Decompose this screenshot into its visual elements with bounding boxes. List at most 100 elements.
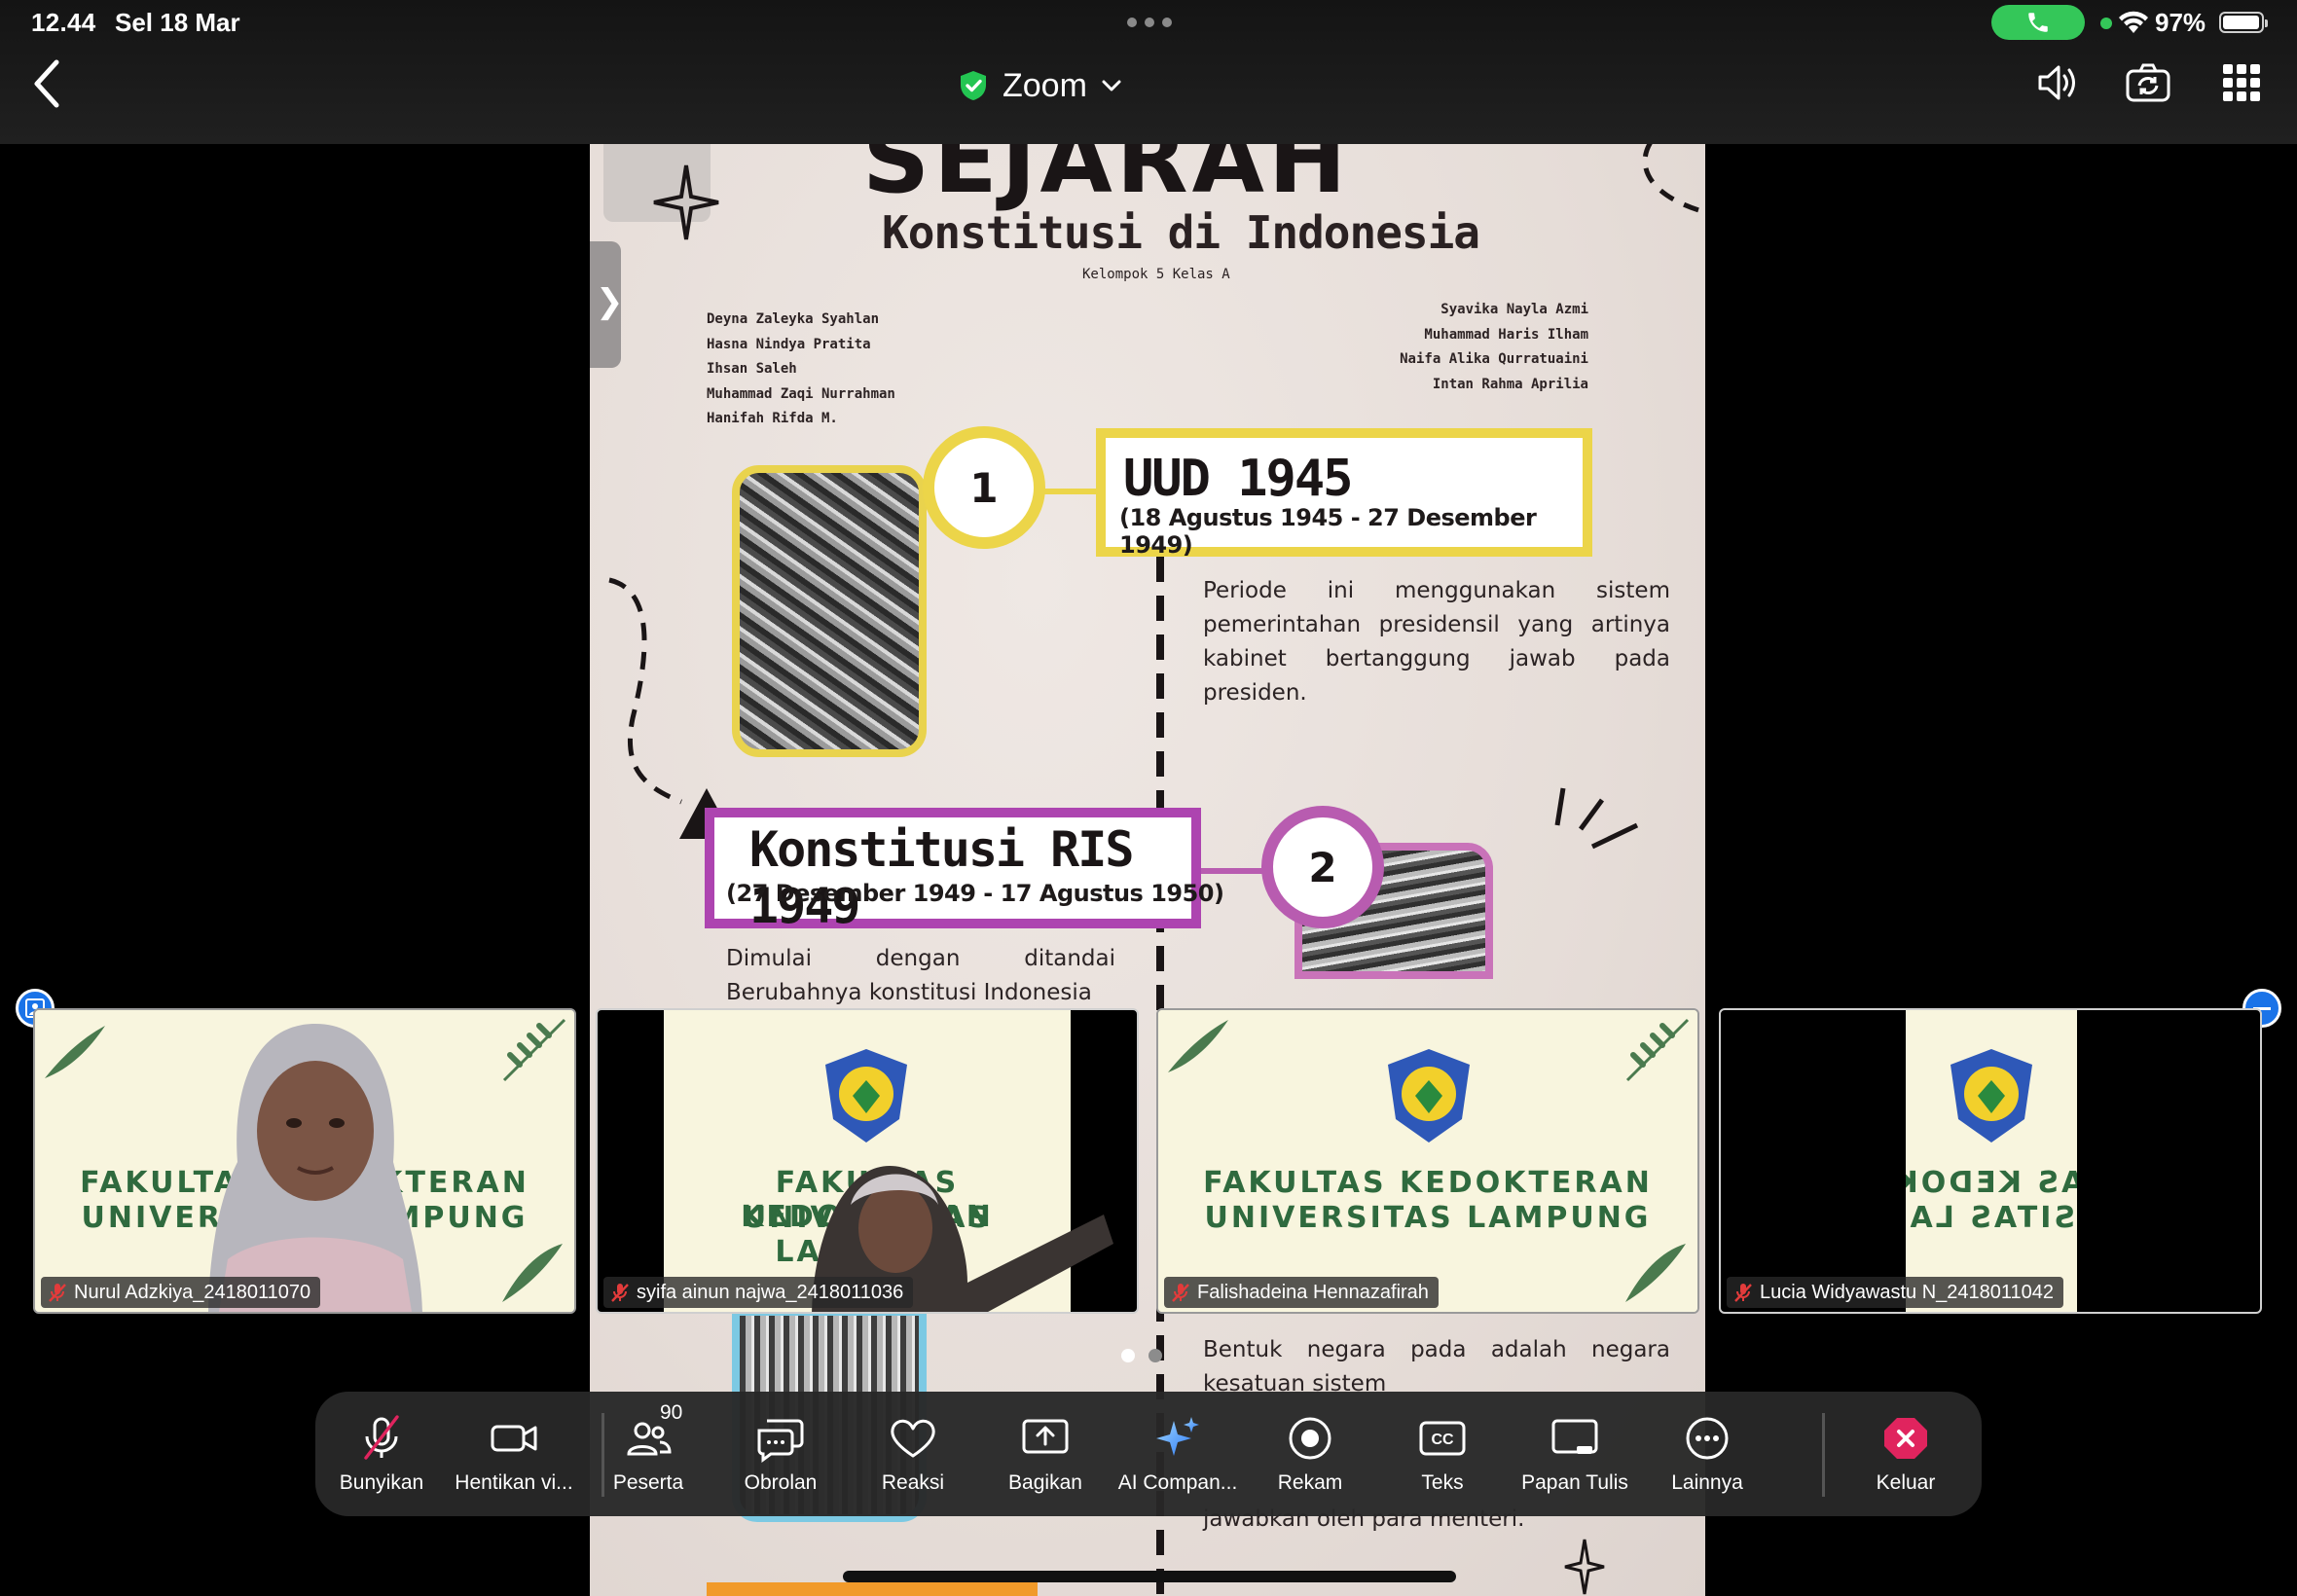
- captions-button[interactable]: CC Teks: [1376, 1392, 1509, 1516]
- sparkle-small-icon: [1564, 1539, 1605, 1595]
- participant-name-tag: Falishadeina Hennazafirah: [1164, 1277, 1439, 1308]
- toolbar-label: AI Compan...: [1117, 1471, 1238, 1494]
- participant-video-tile[interactable]: FAKULTAS KEDOKTERAN UNIVERSITAS LAMPUNG …: [596, 1008, 1139, 1314]
- toolbar-label: Peserta: [612, 1471, 684, 1494]
- gallery-page-indicator[interactable]: [1121, 1349, 1162, 1362]
- multitasking-dots-icon[interactable]: [1127, 18, 1172, 27]
- toolbar-label: Papan Tulis: [1521, 1471, 1628, 1494]
- slide-group: Kelompok 5 Kelas A: [1082, 267, 1230, 282]
- university-logo-icon: [1951, 1049, 2032, 1143]
- side-panel-toggle[interactable]: ❯: [590, 241, 624, 368]
- toolbar-label: Lainnya: [1671, 1471, 1743, 1494]
- section-2-text: Dimulai dengan ditandai Berubahnya konst…: [726, 946, 1115, 1005]
- chevron-down-icon: [1102, 80, 1121, 91]
- toolbar-label: Obrolan: [744, 1471, 818, 1494]
- participant-name-tag: Nurul Adzkiya_2418011070: [41, 1277, 321, 1308]
- member-name: Syavika Nayla Azmi: [1440, 302, 1588, 317]
- reactions-button[interactable]: Reaksi: [847, 1392, 979, 1516]
- chat-button[interactable]: Obrolan: [714, 1392, 847, 1516]
- participant-name: Nurul Adzkiya_2418011070: [74, 1281, 311, 1303]
- share-button[interactable]: Bagikan: [979, 1392, 1112, 1516]
- toolbar-label: Bagikan: [1008, 1471, 1082, 1494]
- background-text-mirrored: UNIVERSITAS LAMPUNG: [1906, 1201, 2077, 1235]
- section-4-header-edge: [707, 1582, 1038, 1596]
- members-left: Deyna Zaleyka Syahlan Hasna Nindya Prati…: [707, 308, 895, 432]
- section-1-header: UUD 1945 (18 Agustus 1945 - 27 Desember …: [1096, 428, 1592, 559]
- camera-in-use-indicator: [2100, 18, 2112, 29]
- share-screen-icon: [1022, 1419, 1069, 1454]
- university-logo-icon: [825, 1049, 907, 1143]
- record-icon: [1289, 1417, 1331, 1460]
- background-text: UNIVERSITAS LAMPUNG: [1204, 1201, 1652, 1235]
- participants-count-badge: 90: [660, 1401, 683, 1424]
- toolbar-label: Bunyikan: [339, 1471, 424, 1494]
- video-camera-icon: [491, 1425, 537, 1452]
- toolbar-label: Rekam: [1277, 1471, 1343, 1494]
- cc-icon: CC: [1419, 1421, 1466, 1456]
- unmute-button[interactable]: Bunyikan: [315, 1392, 448, 1516]
- virtual-background: FAKULTAS KEDOKTERAN UNIVERSITAS LAMPUNG: [1906, 1010, 2077, 1312]
- participants-button[interactable]: 90 Peserta: [582, 1392, 714, 1516]
- camera-switch-icon[interactable]: [2124, 58, 2172, 107]
- active-call-indicator[interactable]: [1991, 5, 2085, 40]
- ai-sparkle-icon: [1156, 1417, 1199, 1456]
- mic-muted-icon: [1172, 1284, 1189, 1302]
- leaf-decor-icon: [1625, 1244, 1686, 1302]
- participant-video-tile[interactable]: FAKULTAS KEDOKTERAN UNIVERSITAS LAMPUNG …: [1719, 1008, 2262, 1314]
- leaf-decor-icon: [502, 1244, 563, 1302]
- shared-screen-slide: SEJARAH Konstitusi di Indonesia Kelompok…: [590, 144, 1705, 1596]
- member-name: Intan Rahma Aprilia: [1432, 376, 1588, 392]
- leave-button[interactable]: Keluar: [1840, 1392, 1972, 1516]
- record-button[interactable]: Rekam: [1244, 1392, 1376, 1516]
- speaker-icon[interactable]: [2032, 58, 2081, 107]
- leave-icon: [1884, 1418, 1927, 1459]
- home-indicator[interactable]: [843, 1571, 1456, 1582]
- step-number-2: 2: [1261, 806, 1384, 928]
- participant-name: syifa ainun najwa_2418011036: [637, 1281, 904, 1303]
- stop-video-button[interactable]: Hentikan vi...: [448, 1392, 580, 1516]
- dashed-swirl-decor: [1642, 144, 1705, 215]
- participant-video-tile[interactable]: FAKULTAS KEDOKTERAN UNIVERSITAS LAMPUNG …: [33, 1008, 576, 1314]
- meeting-title: Zoom: [1003, 66, 1087, 104]
- participant-name-tag: Lucia Widyawastu N_2418011042: [1727, 1277, 2064, 1308]
- battery-percent: 97%: [2155, 8, 2206, 37]
- grid-view-icon[interactable]: [2217, 58, 2266, 107]
- participant-name: Falishadeina Hennazafirah: [1197, 1281, 1429, 1303]
- battery-icon: [2219, 12, 2268, 33]
- section-2-heading: Konstitusi RIS 1949: [749, 821, 1134, 934]
- dashed-arrow-decor: [608, 577, 682, 805]
- leaf-decor-icon: [45, 1026, 105, 1078]
- step-number-1: 1: [923, 426, 1045, 549]
- participant-person: [208, 1024, 422, 1312]
- more-button[interactable]: Lainnya: [1641, 1392, 1773, 1516]
- section-2-header: Konstitusi RIS 1949 (27 Desember 1949 - …: [705, 808, 1224, 934]
- leaf-decor-icon: [502, 1018, 566, 1082]
- chevron-right-icon: ❯: [596, 283, 624, 320]
- section-1-text: Periode ini menggunakan sistem pemerinta…: [1203, 578, 1670, 706]
- toolbar-label: Keluar: [1876, 1471, 1936, 1494]
- shield-check-icon: [961, 71, 986, 100]
- meeting-title-dropdown[interactable]: Zoom: [958, 62, 1122, 109]
- mic-muted-icon: [49, 1284, 66, 1302]
- member-name: Muhammad Haris Ilham: [1424, 326, 1588, 343]
- page-dot-active: [1121, 1349, 1135, 1362]
- leaf-decor-icon: [1168, 1020, 1228, 1072]
- whiteboard-button[interactable]: Papan Tulis: [1509, 1392, 1641, 1516]
- meeting-toolbar: Bunyikan Hentikan vi... 90 Peserta Obrol…: [315, 1392, 1982, 1516]
- toolbar-label: Teks: [1421, 1471, 1464, 1494]
- ai-companion-button[interactable]: AI Compan...: [1112, 1392, 1244, 1516]
- member-name: Deyna Zaleyka Syahlan: [707, 311, 880, 327]
- member-name: Muhammad Zaqi Nurrahman: [707, 385, 895, 402]
- mic-muted-icon: [1734, 1284, 1752, 1302]
- university-logo-icon: [1388, 1049, 1470, 1143]
- back-icon[interactable]: [27, 56, 66, 111]
- more-icon: [1686, 1417, 1729, 1460]
- slide-subtitle: Konstitusi di Indonesia: [882, 206, 1480, 259]
- wifi-icon: [2119, 11, 2148, 33]
- svg-text:CC: CC: [1431, 1432, 1454, 1448]
- historic-photo-1: [732, 465, 927, 757]
- status-bar: 12.44 Sel 18 Mar 97%: [0, 0, 2297, 45]
- toolbar-label: Hentikan vi...: [455, 1471, 573, 1494]
- participant-video-tile[interactable]: FAKULTAS KEDOKTERAN UNIVERSITAS LAMPUNG …: [1156, 1008, 1699, 1314]
- participant-name-tag: syifa ainun najwa_2418011036: [603, 1277, 914, 1308]
